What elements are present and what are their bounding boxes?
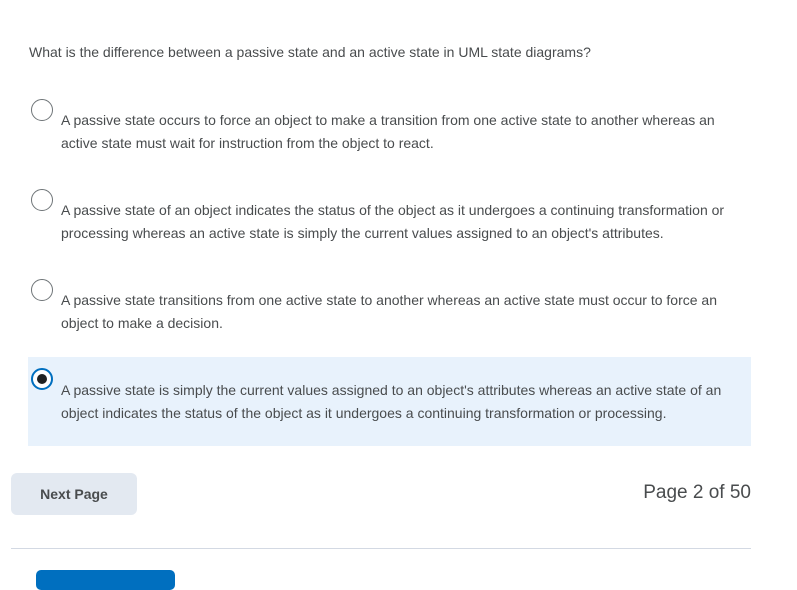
answer-option-2-line-1: A passive state of an object indicates t… [61,202,725,218]
answer-option-4[interactable]: A passive state is simply the current va… [28,357,751,446]
answer-option-1-line-1: A passive state occurs to force an objec… [61,112,715,128]
radio-button-2[interactable] [31,189,53,211]
submit-button[interactable] [36,570,175,590]
radio-button-3[interactable] [31,279,53,301]
answer-option-1[interactable]: A passive state occurs to force an objec… [28,98,751,158]
answer-option-4-line-2: object indicates the status of the objec… [61,405,667,421]
question-text: What is the difference between a passive… [29,44,591,60]
answer-option-4-text: A passive state is simply the current va… [61,379,751,425]
answer-option-2[interactable]: A passive state of an object indicates t… [28,188,751,248]
answer-option-3-text: A passive state transitions from one act… [61,289,751,335]
answer-option-4-line-1: A passive state is simply the current va… [61,382,722,398]
answer-option-2-line-2: processing whereas an active state is si… [61,225,664,241]
radio-button-4[interactable] [31,368,53,390]
radio-selected-dot [37,374,47,384]
page-counter: Page 2 of 50 [643,482,751,503]
answer-option-2-text: A passive state of an object indicates t… [61,199,751,245]
answer-option-3[interactable]: A passive state transitions from one act… [28,278,751,338]
answer-option-1-line-2: active state must wait for instruction f… [61,135,434,151]
answer-option-3-line-1: A passive state transitions from one act… [61,292,718,308]
divider [11,548,751,549]
next-page-button[interactable]: Next Page [11,473,137,515]
answer-option-1-text: A passive state occurs to force an objec… [61,109,751,155]
radio-button-1[interactable] [31,99,53,121]
answer-option-3-line-2: object to make a decision. [61,315,223,331]
